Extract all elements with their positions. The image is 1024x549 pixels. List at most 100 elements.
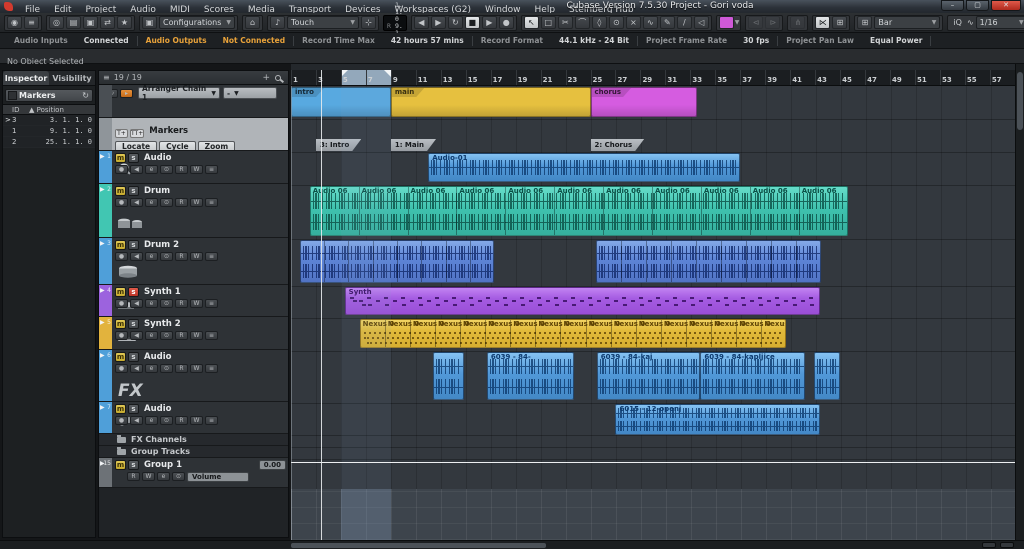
- write-automation-button[interactable]: W: [190, 252, 203, 261]
- show-lanes-button[interactable]: ≡: [205, 331, 218, 340]
- refresh-icon[interactable]: ↻: [82, 91, 92, 100]
- read-automation-button[interactable]: R: [175, 331, 188, 340]
- track-row-group-1[interactable]: ▶ 15 m s Group 1 0.00 R We ⊙ Volume: [99, 458, 288, 488]
- audio-clip[interactable]: 6015 - 12-openj: [615, 404, 821, 435]
- maximize-button[interactable]: ▢: [966, 0, 989, 11]
- read-automation-button[interactable]: R: [175, 252, 188, 261]
- swap-button[interactable]: ⇄: [100, 16, 115, 29]
- write-automation-button[interactable]: W: [190, 198, 203, 207]
- locator-display[interactable]: L5. 1. 1. 0 R9. 1. 1. 0: [383, 0, 407, 50]
- glue-tool[interactable]: ⌒: [574, 16, 590, 29]
- edit-channel-button[interactable]: e: [145, 416, 158, 425]
- arranger-section-main[interactable]: main: [390, 87, 591, 117]
- automation-panel-button[interactable]: ⊹: [361, 16, 377, 29]
- marker-table-row[interactable]: >3 3. 1. 1. 0: [3, 115, 95, 126]
- track-row-drum-2[interactable]: ▶ 3 m s Drum 2 ● ◀ e ⊙ R W ≡: [99, 238, 288, 285]
- edit-channel-button[interactable]: e: [145, 198, 158, 207]
- freeze-button[interactable]: ⊙: [160, 331, 173, 340]
- zoom-tool[interactable]: ⊙: [608, 16, 624, 29]
- zoom-button[interactable]: Zoom: [197, 141, 236, 150]
- write-automation-button[interactable]: W: [190, 364, 203, 373]
- monitor-button[interactable]: ◀: [130, 331, 143, 340]
- mute-button[interactable]: m: [115, 460, 126, 470]
- record-enable-button[interactable]: ●: [115, 416, 128, 425]
- horizontal-scrollbar[interactable]: [291, 542, 991, 549]
- folder-track-group-tracks[interactable]: Group Tracks: [99, 446, 288, 457]
- constrain-delay-button[interactable]: ◎: [49, 16, 64, 29]
- grid-icon[interactable]: ⊞: [857, 16, 873, 29]
- mute-tool[interactable]: ×: [625, 16, 641, 29]
- record-enable-button[interactable]: ●: [115, 299, 128, 308]
- track-row-markers[interactable]: T+ TT+ Markers Locate Cycle Zoom: [99, 118, 288, 151]
- arranger-icon[interactable]: ▸: [120, 88, 133, 98]
- synth-1-clip[interactable]: Synth: [344, 287, 821, 315]
- freeze-button[interactable]: ⊙: [160, 198, 173, 207]
- add-marker-button[interactable]: T+: [115, 129, 128, 138]
- split-tool[interactable]: ✂: [557, 16, 573, 29]
- solo-button[interactable]: s: [128, 240, 139, 250]
- timeline-ruler[interactable]: 1357911131517192123252729313335373941434…: [291, 70, 1015, 86]
- solo-button[interactable]: s: [128, 352, 139, 362]
- minimize-button[interactable]: –: [941, 0, 964, 11]
- time-warp-button[interactable]: ⋔: [790, 16, 806, 29]
- track-list-menu-icon[interactable]: ≡: [99, 73, 114, 82]
- show-lanes-button[interactable]: ≡: [205, 364, 218, 373]
- monitor-button[interactable]: ◀: [130, 252, 143, 261]
- cycle-button[interactable]: Cycle: [159, 141, 196, 150]
- solo-button[interactable]: s: [128, 153, 139, 163]
- snap-on-off-button[interactable]: ⋉: [815, 16, 831, 29]
- color-dropdown-arrow[interactable]: ▼: [735, 19, 740, 26]
- marker-table-row[interactable]: 2 25. 1. 1. 0: [3, 137, 95, 148]
- erase-tool[interactable]: ◊: [591, 16, 607, 29]
- show-lanes-button[interactable]: ≡: [205, 299, 218, 308]
- range-selection-tool[interactable]: □: [540, 16, 556, 29]
- show-lanes-button[interactable]: ≡: [205, 165, 218, 174]
- audio-clip[interactable]: 6039 - 84-kapljice: [700, 352, 806, 400]
- mute-button[interactable]: m: [115, 153, 126, 163]
- freeze-button[interactable]: ⊙: [160, 364, 173, 373]
- freeze-button[interactable]: ⊙: [160, 299, 173, 308]
- track-row-fx-channels[interactable]: FX Channels: [99, 434, 288, 446]
- mute-button[interactable]: m: [115, 287, 126, 297]
- record-enable-button[interactable]: ●: [115, 364, 128, 373]
- iq-label[interactable]: iQ: [949, 18, 966, 27]
- go-to-next-marker-button[interactable]: ▶: [430, 16, 446, 29]
- solo-button[interactable]: s: [128, 186, 139, 196]
- synth-2-clip[interactable]: Nexus 0 Nexus 0 Nexus 0 Nexus 0 Nexus 0 Nexus…: [359, 319, 787, 348]
- read-automation-button[interactable]: R: [175, 416, 188, 425]
- read-automation-button[interactable]: R: [127, 472, 140, 481]
- marker-table-row[interactable]: 1 9. 1. 1. 0: [3, 126, 95, 137]
- track-row-audio[interactable]: ▶ 1 m s Audio ● ◀ e ⊙ R W ≡: [99, 151, 288, 184]
- markers-section-header[interactable]: Markers ↻: [5, 89, 93, 102]
- track-row-group-tracks[interactable]: Group Tracks: [99, 446, 288, 458]
- edit-channel-button[interactable]: e: [145, 252, 158, 261]
- track-row-arranger-chain-1[interactable]: ↻▸Arranger Chain 1▼-▼: [99, 85, 288, 118]
- search-tracks-icon[interactable]: [275, 74, 281, 81]
- edit-channel-button[interactable]: e: [145, 299, 158, 308]
- grid-type-select[interactable]: Bar ▼: [874, 16, 941, 29]
- solo-button[interactable]: s: [128, 404, 139, 414]
- track-row-synth-2[interactable]: ▶ 5 m s Synth 2 ● ◀ e ⊙ R W ≡: [99, 317, 288, 350]
- marker-table-header[interactable]: ID ▲ Position: [3, 104, 95, 115]
- read-automation-button[interactable]: R: [175, 364, 188, 373]
- arranger-section-chorus[interactable]: chorus: [590, 87, 697, 117]
- color-tool-swatch[interactable]: [718, 16, 734, 29]
- object-selection-tool[interactable]: ↖: [523, 16, 539, 29]
- write-automation-button[interactable]: W: [190, 331, 203, 340]
- time-warp-tool[interactable]: ∿: [642, 16, 658, 29]
- record-enable-button[interactable]: ●: [115, 331, 128, 340]
- locate-button[interactable]: Locate: [115, 141, 158, 150]
- go-to-previous-marker-button[interactable]: ◀: [413, 16, 429, 29]
- show-lanes-button[interactable]: ≡: [205, 198, 218, 207]
- monitor-button[interactable]: ◀: [130, 364, 143, 373]
- horizontal-zoom-control[interactable]: [982, 542, 996, 548]
- add-track-button[interactable]: +: [257, 73, 275, 83]
- write-automation-button[interactable]: W: [142, 472, 155, 481]
- mute-button[interactable]: m: [115, 186, 126, 196]
- stop-button[interactable]: ■: [464, 16, 480, 29]
- freeze-button[interactable]: ⊙: [160, 165, 173, 174]
- vertical-scroll-thumb[interactable]: [1017, 72, 1023, 130]
- record-button[interactable]: ●: [498, 16, 514, 29]
- line-tool[interactable]: /: [676, 16, 692, 29]
- automation-icon[interactable]: ♪: [270, 16, 286, 29]
